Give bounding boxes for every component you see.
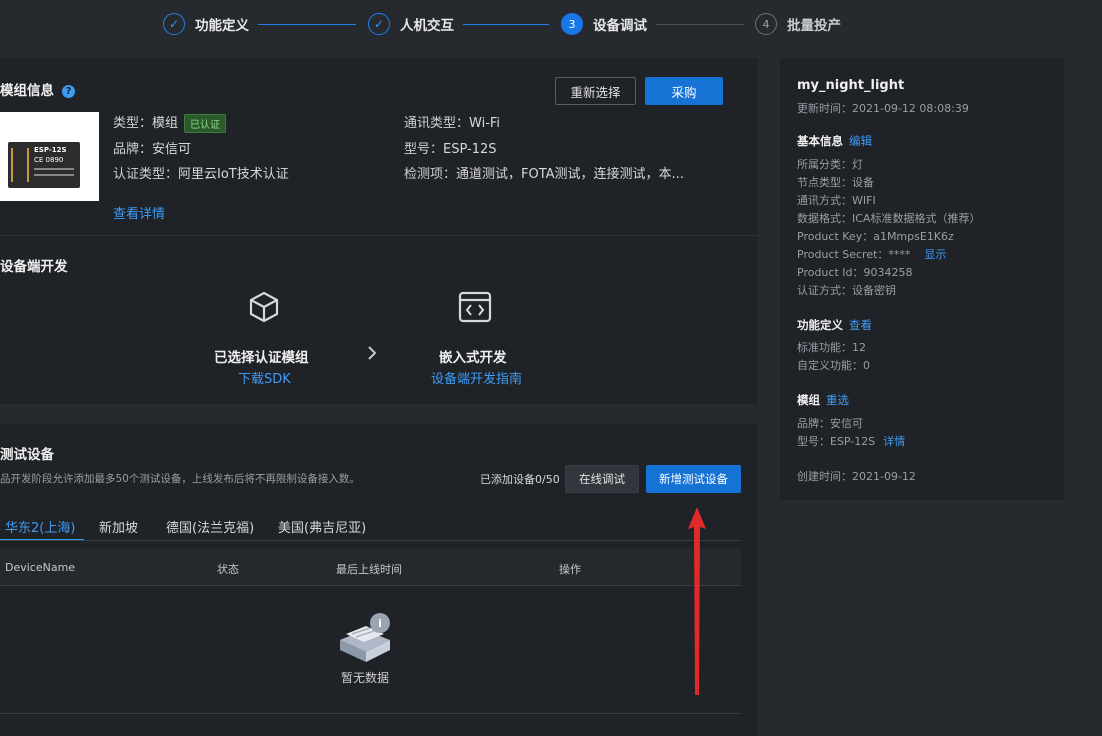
standard-functions: 标准功能：12 <box>797 341 866 354</box>
module-panel <box>0 58 758 404</box>
test-devices-description: 品开发阶段允许添加最多50个测试设备，上线发布后将不再限制设备接入数。 <box>0 473 360 485</box>
product-secret: Product Secret：**** 显示 <box>797 248 947 261</box>
module-check-items: 检测项：通道测试，FOTA测试，连接测试，本... <box>404 167 684 182</box>
function-def-heading: 功能定义 查看 <box>797 318 872 332</box>
reselect-button[interactable]: 重新选择 <box>555 77 636 105</box>
view-link[interactable]: 查看 <box>849 318 872 332</box>
module-cert-type: 认证类型：阿里云IoT技术认证 <box>113 167 289 182</box>
module-brand: 品牌：安信可 <box>113 142 192 157</box>
online-debug-button[interactable]: 在线调试 <box>565 465 639 493</box>
buy-button[interactable]: 采购 <box>645 77 723 105</box>
step-mass-production[interactable]: 4 批量投产 <box>755 13 841 35</box>
empty-data-text: 暂无数据 <box>341 671 390 685</box>
column-header: DeviceName <box>5 561 76 574</box>
step-label: 人机交互 <box>400 18 454 34</box>
step-label: 设备调试 <box>593 18 647 34</box>
selected-module-label: 已选择认证模组 <box>214 350 309 366</box>
chevron-right-icon <box>368 346 377 360</box>
device-dev-title: 设备端开发 <box>0 259 68 275</box>
module-info-title: 模组信息? <box>0 79 75 99</box>
check-icon: ✓ <box>368 13 390 35</box>
embedded-code-icon <box>458 291 492 323</box>
module-type: 类型：模组 已认证 <box>113 112 227 133</box>
tabs-divider <box>0 540 741 541</box>
test-devices-title: 测试设备 <box>0 447 54 463</box>
module-model: 型号：ESP-12S <box>404 142 497 157</box>
column-header: 最后上线时间 <box>336 563 402 576</box>
cube-icon <box>249 291 279 323</box>
module-heading: 模组 重选 <box>797 393 849 407</box>
step-function-definition[interactable]: ✓ 功能定义 <box>163 13 249 35</box>
step-label: 批量投产 <box>787 18 841 34</box>
category: 所属分类：灯 <box>797 158 863 171</box>
download-sdk-link[interactable]: 下载SDK <box>238 368 291 387</box>
module-image: ESP-12S CE 0890 <box>0 112 99 201</box>
step-number-4: 4 <box>755 13 777 35</box>
embedded-dev-label: 嵌入式开发 <box>439 350 507 366</box>
svg-text:i: i <box>378 617 382 630</box>
created-time: 创建时间：2021-09-12 <box>797 470 916 483</box>
step-connector <box>656 24 744 25</box>
tab-east-china-shanghai[interactable]: 华东2(上海) <box>5 517 75 536</box>
progress-steps: ✓ 功能定义 ✓ 人机交互 3 设备调试 4 批量投产 <box>0 0 1102 50</box>
edit-link[interactable]: 编辑 <box>849 134 872 148</box>
basic-info-heading: 基本信息 编辑 <box>797 134 872 148</box>
custom-functions: 自定义功能：0 <box>797 359 870 372</box>
empty-data-icon: i <box>340 613 390 662</box>
comm-mode: 通讯方式：WIFI <box>797 194 876 207</box>
added-devices-count: 已添加设备0/50 <box>480 473 560 486</box>
device-dev-guide-link[interactable]: 设备端开发指南 <box>431 368 522 387</box>
annotation-arrow <box>688 507 706 695</box>
column-header: 状态 <box>217 563 239 576</box>
product-key: Product Key：a1MmpsE1K6z <box>797 230 954 243</box>
tab-singapore[interactable]: 新加坡 <box>99 517 138 536</box>
table-bottom-divider <box>0 713 741 714</box>
chip-icon: ESP-12S CE 0890 <box>8 142 80 188</box>
step-interaction[interactable]: ✓ 人机交互 <box>368 13 454 35</box>
check-icon: ✓ <box>163 13 185 35</box>
add-test-device-button[interactable]: 新增测试设备 <box>646 465 741 493</box>
module-detail-link[interactable]: 详情 <box>883 435 905 448</box>
update-time: 更新时间：2021-09-12 08:08:39 <box>797 102 969 115</box>
node-type: 节点类型：设备 <box>797 176 874 189</box>
certified-badge: 已认证 <box>184 114 227 133</box>
product-id: Product Id：9034258 <box>797 266 913 279</box>
module-comm-type: 通讯类型：Wi-Fi <box>404 116 501 131</box>
module-brand: 品牌：安信可 <box>797 417 863 430</box>
auth-mode: 认证方式：设备密钥 <box>797 284 896 297</box>
step-number-3: 3 <box>561 13 583 35</box>
product-name: my_night_light <box>797 78 905 93</box>
step-connector <box>463 24 549 25</box>
data-format: 数据格式：ICA标准数据格式（推荐） <box>797 212 981 225</box>
step-connector <box>258 24 356 25</box>
tab-germany-frankfurt[interactable]: 德国(法兰克福) <box>166 517 254 536</box>
show-secret-link[interactable]: 显示 <box>924 248 946 261</box>
divider <box>0 235 758 236</box>
help-icon[interactable]: ? <box>62 84 75 98</box>
step-device-debug[interactable]: 3 设备调试 <box>561 13 647 35</box>
module-model: 型号：ESP-12S 详情 <box>797 435 906 448</box>
reselect-link[interactable]: 重选 <box>826 393 849 407</box>
column-header: 操作 <box>559 563 581 576</box>
view-details-link[interactable]: 查看详情 <box>113 203 165 222</box>
step-label: 功能定义 <box>195 18 249 34</box>
tab-usa-virginia[interactable]: 美国(弗吉尼亚) <box>278 517 366 536</box>
product-sidebar: my_night_light 更新时间：2021-09-12 08:08:39 … <box>780 58 1064 500</box>
